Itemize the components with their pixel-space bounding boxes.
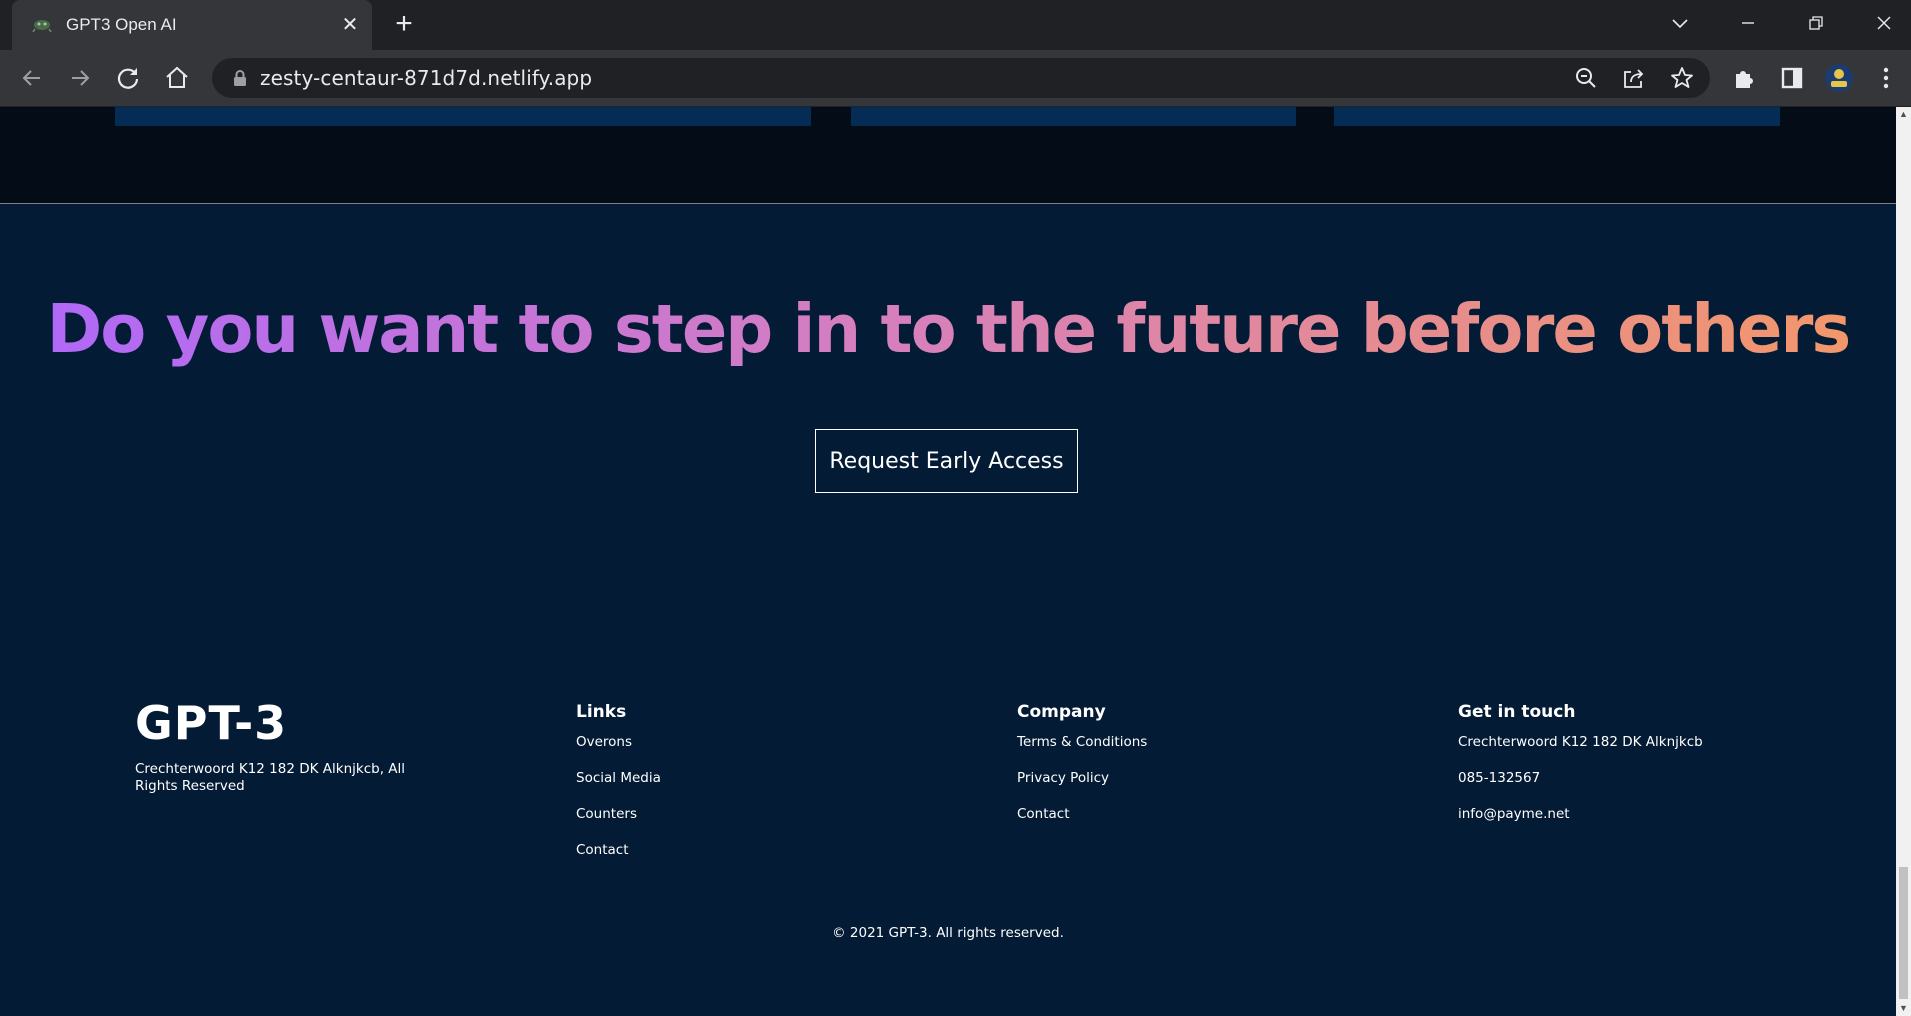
reload-icon[interactable] (112, 62, 144, 94)
url-text[interactable]: zesty-centaur-871d7d.netlify.app (260, 58, 592, 98)
scroll-up-arrow-icon[interactable]: ▲ (1896, 107, 1911, 122)
footer-contact-phone: 085-132567 (1458, 770, 1541, 786)
lock-icon[interactable] (230, 68, 250, 88)
cta-heading: Do you want to step in to the future bef… (0, 290, 1896, 368)
new-tab-icon[interactable]: + (387, 8, 421, 42)
footer-links-heading: Links (576, 702, 627, 722)
footer-company-heading: Company (1017, 702, 1106, 722)
page-scrollbar[interactable]: ▲ ▼ (1896, 107, 1911, 1016)
home-icon[interactable] (161, 62, 193, 94)
footer-link-terms[interactable]: Terms & Conditions (1017, 734, 1147, 750)
blog-card[interactable] (851, 107, 1296, 126)
footer-address: Crechterwoord K12 182 DK Alknjkcb, All R… (135, 761, 406, 794)
blog-card[interactable] (115, 107, 811, 126)
previous-section (0, 107, 1896, 204)
address-bar[interactable]: zesty-centaur-871d7d.netlify.app (212, 58, 1710, 98)
footer-link-social-media[interactable]: Social Media (576, 770, 661, 786)
profile-avatar-icon[interactable] (1823, 62, 1855, 94)
footer-copyright: © 2021 GPT-3. All rights reserved. (832, 925, 1064, 941)
browser-tab[interactable]: GPT3 Open AI ✕ (12, 0, 372, 50)
footer-contact-address: Crechterwoord K12 182 DK Alknjkcb (1458, 734, 1703, 750)
footer-link-contact[interactable]: Contact (576, 842, 629, 858)
site-favicon-icon (32, 20, 52, 33)
tab-close-icon[interactable]: ✕ (338, 13, 362, 37)
scrollbar-thumb[interactable] (1899, 867, 1908, 999)
blog-card[interactable] (1334, 107, 1780, 126)
close-window-icon[interactable] (1850, 0, 1911, 44)
extensions-puzzle-icon[interactable] (1728, 62, 1760, 94)
request-early-access-button[interactable]: Request Early Access (815, 429, 1078, 493)
kebab-menu-icon[interactable] (1870, 62, 1902, 94)
share-icon[interactable] (1620, 64, 1648, 92)
side-panel-icon[interactable] (1776, 62, 1808, 94)
footer-contact-email[interactable]: info@payme.net (1458, 806, 1570, 822)
zoom-out-icon[interactable] (1572, 64, 1600, 92)
tab-search-icon[interactable] (1646, 0, 1714, 44)
footer-link-overons[interactable]: Overons (576, 734, 632, 750)
page-viewport: Do you want to step in to the future bef… (0, 107, 1896, 1016)
minimize-window-icon[interactable] (1714, 0, 1782, 44)
tab-title: GPT3 Open AI (66, 15, 177, 34)
footer-logo[interactable]: GPT-3 (135, 700, 287, 746)
footer-link-privacy-policy[interactable]: Privacy Policy (1017, 770, 1109, 786)
browser-toolbar: zesty-centaur-871d7d.netlify.app (0, 50, 1911, 107)
browser-titlebar: GPT3 Open AI ✕ + (0, 0, 1911, 50)
footer-link-company-contact[interactable]: Contact (1017, 806, 1070, 822)
footer-contact-heading: Get in touch (1458, 702, 1576, 722)
restore-window-icon[interactable] (1782, 0, 1850, 44)
scroll-down-arrow-icon[interactable]: ▼ (1896, 1001, 1911, 1016)
bookmark-star-icon[interactable] (1668, 64, 1696, 92)
footer-link-counters[interactable]: Counters (576, 806, 637, 822)
back-arrow-icon[interactable] (16, 62, 48, 94)
forward-arrow-icon[interactable] (64, 62, 96, 94)
